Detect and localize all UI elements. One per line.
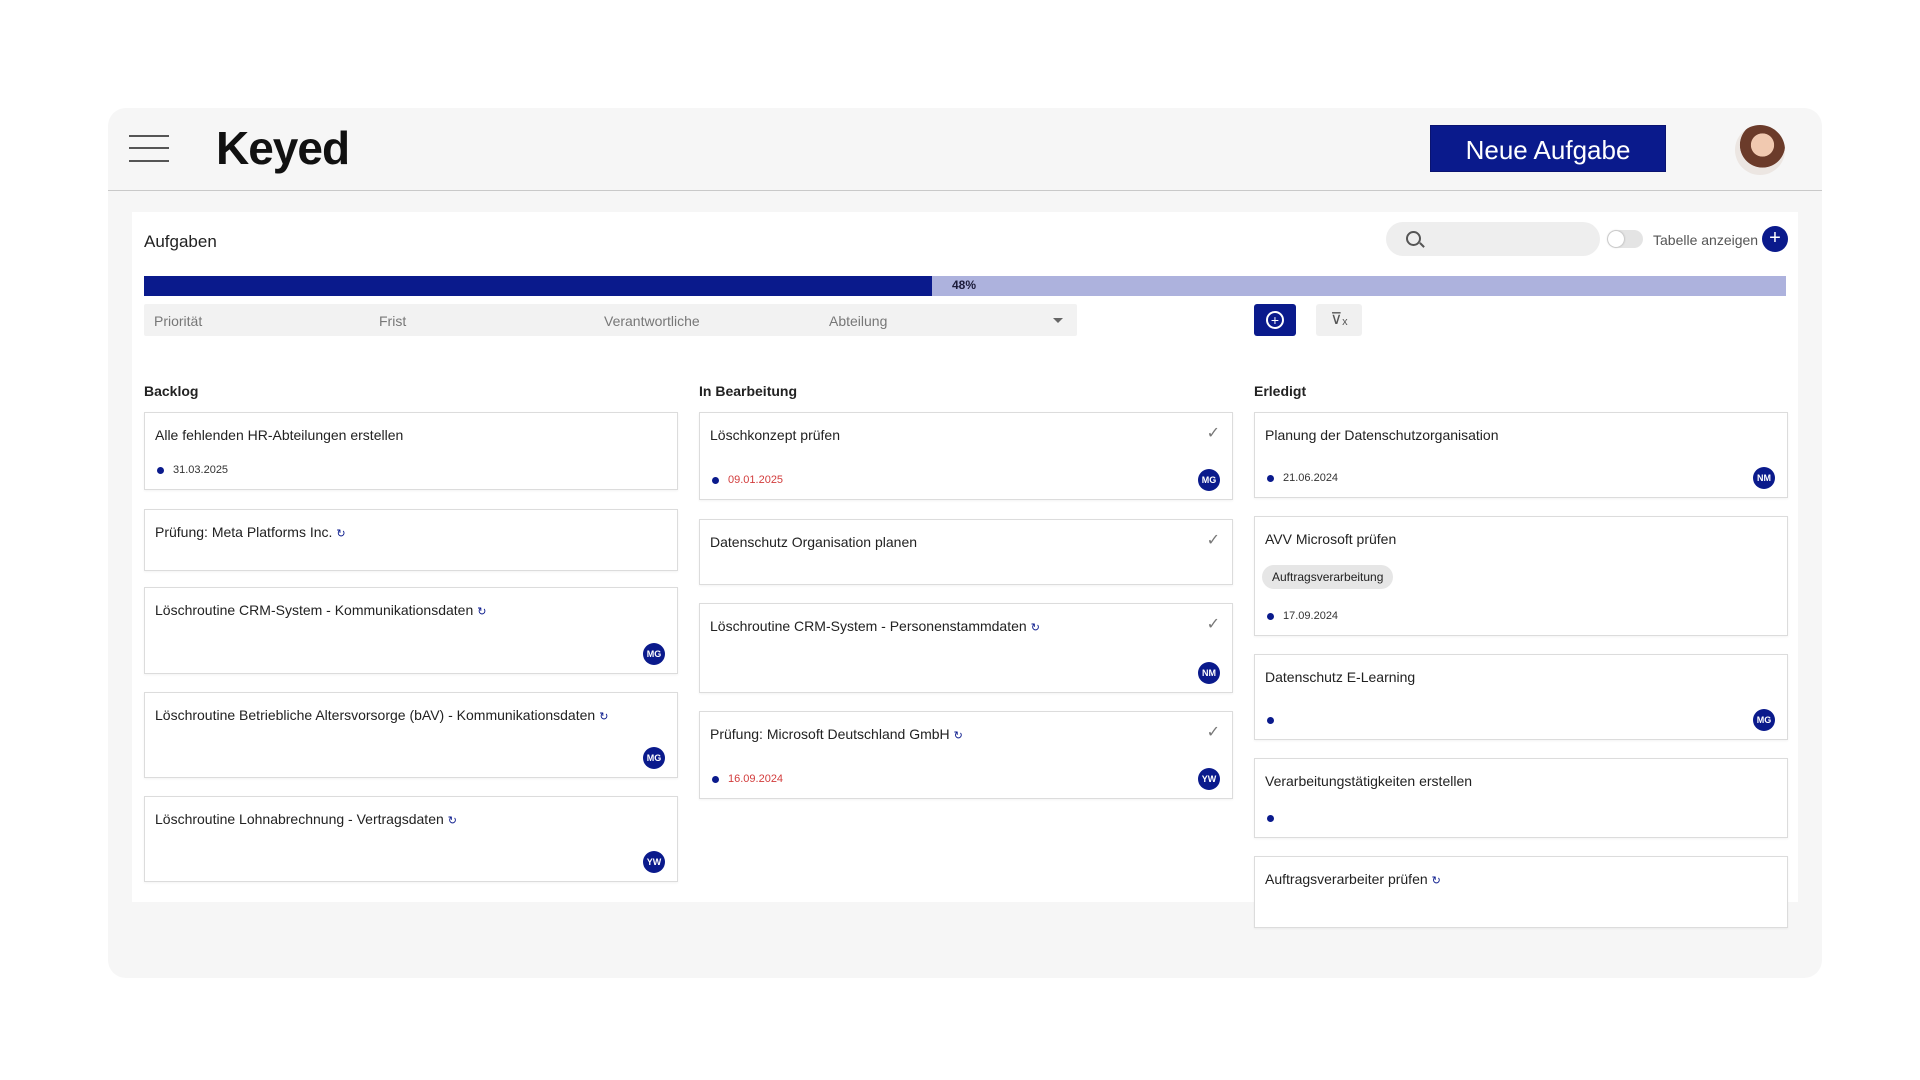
task-card[interactable]: Verarbeitungstätigkeiten erstellen (1254, 758, 1788, 838)
tasks-panel: Aufgaben Tabelle anzeigen + 48% Prioritä… (132, 212, 1798, 928)
check-icon[interactable]: ✓ (1207, 423, 1220, 443)
task-card[interactable]: Prüfung: Microsoft Deutschland GmbH ↻ ✓ 16.… (699, 711, 1233, 799)
filter-label: Abteilung (829, 313, 888, 329)
due-date: 16.09.2024 (728, 773, 784, 785)
task-title: Löschroutine Lohnabrechnung - Vertragsda… (155, 811, 457, 827)
plus-circle-icon: + (1266, 311, 1284, 329)
add-filter-button[interactable]: + (1254, 304, 1296, 336)
chevron-down-icon (1053, 318, 1063, 323)
sync-icon: ↻ (477, 606, 487, 618)
task-card[interactable]: Löschroutine CRM-System - Kommunikations… (144, 587, 678, 674)
sync-icon: ↻ (1431, 875, 1441, 887)
task-title: Datenschutz E-Learning (1265, 669, 1416, 685)
filter-department[interactable]: Abteilung (819, 304, 1077, 336)
priority-dot (1267, 475, 1274, 482)
add-task-button[interactable]: + (1762, 226, 1788, 252)
task-title: Prüfung: Microsoft Deutschland GmbH ↻ (710, 726, 963, 742)
search-input[interactable] (1386, 222, 1600, 256)
due-date: 17.09.2024 (1283, 610, 1339, 622)
assignee-avatar[interactable]: MG (643, 747, 665, 769)
task-card[interactable]: Alle fehlenden HR-Abteilungen erstellen 3… (144, 412, 678, 490)
task-card[interactable]: Auftragsverarbeiter prüfen ↻ (1254, 856, 1788, 928)
progress-label: 48% (952, 278, 977, 292)
check-icon[interactable]: ✓ (1207, 530, 1220, 550)
task-title: Verarbeitungstätigkeiten erstellen (1265, 773, 1473, 789)
task-title: Löschkonzept prüfen (710, 427, 840, 443)
task-title: Löschroutine Betriebliche Altersvorsorge… (155, 707, 609, 723)
toggle-knob (1608, 231, 1624, 247)
task-title: Alle fehlenden HR-Abteilungen erstellen (155, 427, 404, 443)
task-card[interactable]: Planung der Datenschutzorganisation 21.06… (1254, 412, 1788, 498)
task-card[interactable]: Datenschutz E-Learning MG (1254, 654, 1788, 740)
sync-icon: ↻ (447, 815, 457, 827)
task-title: Datenschutz Organisation planen (710, 534, 918, 550)
top-bar: Keyed Neue Aufgabe (108, 108, 1822, 191)
check-icon[interactable]: ✓ (1207, 614, 1220, 634)
task-card[interactable]: Löschroutine Betriebliche Altersvorsorge… (144, 692, 678, 778)
task-title: Prüfung: Meta Platforms Inc. ↻ (155, 524, 346, 540)
assignee-avatar[interactable]: YW (643, 851, 665, 873)
due-date: 21.06.2024 (1283, 472, 1339, 484)
column-title: In Bearbeitung (699, 383, 798, 399)
table-view-toggle[interactable] (1607, 230, 1643, 248)
filter-deadline[interactable]: Frist (369, 304, 627, 336)
sync-icon: ↻ (953, 730, 963, 742)
filter-label: Priorität (154, 313, 203, 329)
page-title: Aufgaben (144, 232, 217, 251)
progress-fill (144, 276, 933, 296)
assignee-avatar[interactable]: MG (1753, 709, 1775, 731)
tag-badge: Auftragsverarbeitung (1262, 565, 1394, 589)
sync-icon: ↻ (336, 528, 346, 540)
filter-label: Verantwortliche (604, 313, 700, 329)
priority-dot (712, 776, 719, 783)
assignee-avatar[interactable]: YW (1198, 768, 1220, 790)
filter-label: Frist (379, 313, 407, 329)
filter-clear-icon[interactable]: ⊽ₓ (1316, 304, 1362, 336)
new-task-button[interactable]: Neue Aufgabe (1430, 125, 1666, 172)
priority-dot (1267, 717, 1274, 724)
sync-icon: ↻ (1030, 622, 1040, 634)
menu-icon[interactable] (129, 135, 169, 163)
task-card[interactable]: AVV Microsoft prüfen Auftragsverarbeitung… (1254, 516, 1788, 636)
logo: Keyed (216, 122, 350, 174)
task-title: AVV Microsoft prüfen (1265, 531, 1397, 547)
task-card[interactable]: Datenschutz Organisation planen ✓ (699, 519, 1233, 585)
assignee-avatar[interactable]: MG (643, 643, 665, 665)
task-card[interactable]: Löschkonzept prüfen ✓ 09.01.2025 MG (699, 412, 1233, 500)
priority-dot (157, 467, 164, 474)
filter-priority[interactable]: Priorität (144, 304, 402, 336)
priority-dot (1267, 815, 1274, 822)
assignee-avatar[interactable]: MG (1198, 469, 1220, 491)
task-card[interactable]: Löschroutine CRM-System - Personenstammd… (699, 603, 1233, 693)
due-date: 09.01.2025 (728, 474, 784, 486)
search-icon (1406, 231, 1421, 246)
table-view-label: Tabelle anzeigen (1653, 232, 1759, 248)
progress-bar: 48% (144, 276, 1786, 296)
task-card[interactable]: Prüfung: Meta Platforms Inc. ↻ (144, 509, 678, 571)
task-title: Löschroutine CRM-System - Personenstammd… (710, 618, 1040, 634)
user-avatar[interactable] (1735, 125, 1785, 175)
task-card[interactable]: Löschroutine Lohnabrechnung - Vertragsda… (144, 796, 678, 882)
due-date: 31.03.2025 (173, 464, 229, 476)
sync-icon: ↻ (599, 711, 609, 723)
column-title: Erledigt (1254, 383, 1307, 399)
task-title: Auftragsverarbeiter prüfen ↻ (1265, 871, 1441, 887)
task-title: Planung der Datenschutzorganisation (1265, 427, 1499, 443)
check-icon[interactable]: ✓ (1207, 722, 1220, 742)
priority-dot (712, 477, 719, 484)
app-window: Keyed Neue Aufgabe Aufgaben Tabelle anze… (108, 108, 1822, 978)
assignee-avatar[interactable]: NM (1753, 467, 1775, 489)
task-title: Löschroutine CRM-System - Kommunikations… (155, 602, 487, 618)
column-title: Backlog (144, 383, 199, 399)
filter-responsible[interactable]: Verantwortliche (594, 304, 852, 336)
priority-dot (1267, 613, 1274, 620)
assignee-avatar[interactable]: NM (1198, 662, 1220, 684)
